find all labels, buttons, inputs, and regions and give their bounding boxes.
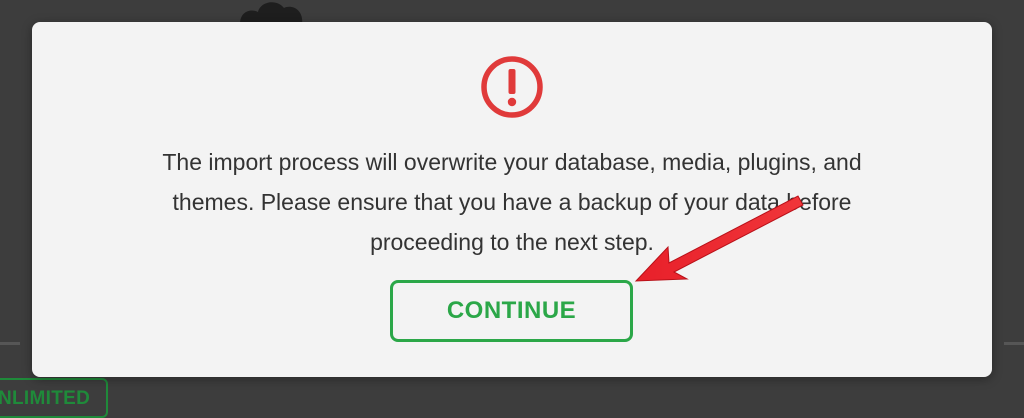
warning-message-line: The import process will overwrite your d… — [162, 149, 862, 175]
import-warning-dialog: The import process will overwrite your d… — [32, 22, 992, 377]
warning-message-line: proceeding to the next step. — [370, 229, 654, 255]
cloud-icon — [240, 2, 303, 24]
continue-button[interactable]: CONTINUE — [390, 280, 633, 342]
warning-message-line: themes. Please ensure that you have a ba… — [172, 189, 852, 215]
plan-badge: NLIMITED — [0, 378, 108, 418]
background-divider-right — [1004, 342, 1024, 345]
warning-message: The import process will overwrite your d… — [72, 142, 952, 262]
background-divider-left — [0, 342, 20, 345]
exclamation-circle-icon — [481, 56, 543, 118]
